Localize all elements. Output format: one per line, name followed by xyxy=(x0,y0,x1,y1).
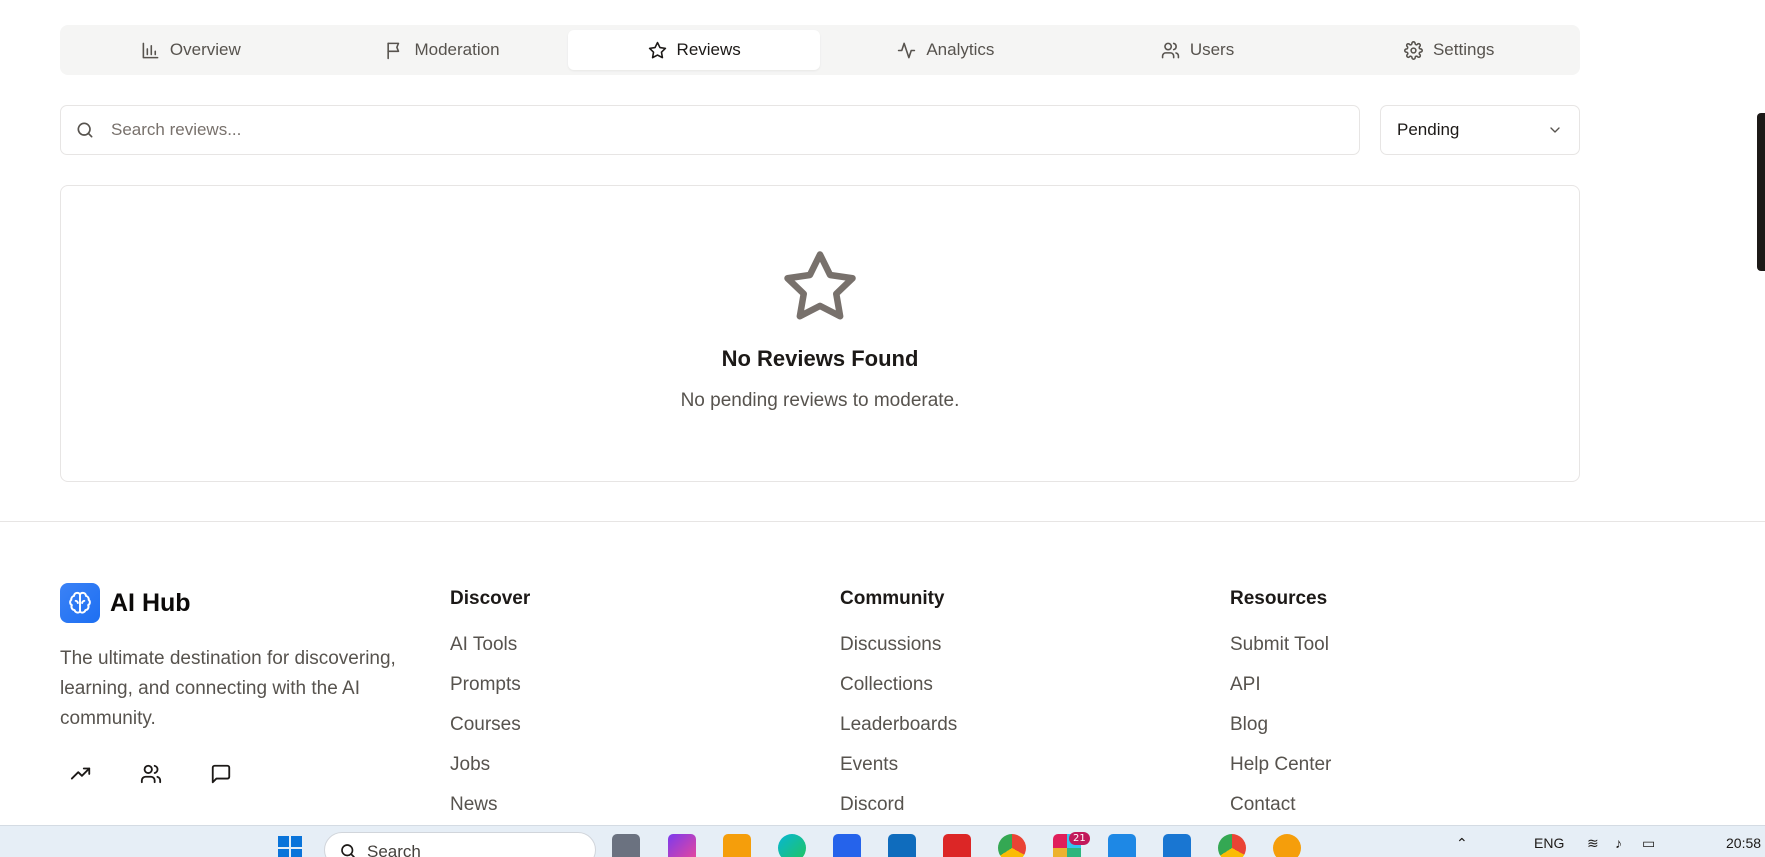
admin-tabs: Overview Moderation Reviews Analytics Us… xyxy=(60,25,1580,75)
footer-link[interactable]: Help Center xyxy=(1230,754,1331,794)
tab-settings[interactable]: Settings xyxy=(1323,30,1575,70)
chevron-up-icon[interactable]: ⌃ xyxy=(1456,835,1468,852)
search-icon xyxy=(77,122,93,138)
taskbar: Search 21 ⌃ ENG ≋ ♪ ▭ 20:58 xyxy=(0,825,1765,857)
brand-name: AI Hub xyxy=(110,588,191,617)
tab-label: Analytics xyxy=(926,40,995,59)
edge-icon[interactable] xyxy=(778,834,806,857)
windows-start-icon[interactable] xyxy=(276,834,304,857)
footer-tagline: The ultimate destination for discovering… xyxy=(60,648,396,729)
tab-analytics[interactable]: Analytics xyxy=(820,30,1072,70)
tab-label: Reviews xyxy=(676,40,741,59)
footer-link[interactable]: Submit Tool xyxy=(1230,634,1331,674)
copilot-icon[interactable] xyxy=(668,834,696,857)
store-icon[interactable] xyxy=(833,834,861,857)
volume-icon[interactable]: ♪ xyxy=(1615,835,1622,851)
tab-label: Overview xyxy=(169,40,241,59)
footer-link[interactable]: News xyxy=(450,794,530,825)
footer-column-discover: Discover AI Tools Prompts Courses Jobs N… xyxy=(450,588,530,825)
footer-column-community: Community Discussions Collections Leader… xyxy=(840,588,957,825)
brain-icon xyxy=(60,583,100,623)
language-indicator[interactable]: ENG xyxy=(1534,835,1564,851)
empty-state-title: No Reviews Found xyxy=(721,346,919,371)
outlook-icon[interactable] xyxy=(888,834,916,857)
footer-column-title: Resources xyxy=(1230,588,1328,609)
search-input[interactable] xyxy=(111,106,1359,154)
slack-icon[interactable]: 21 xyxy=(1053,832,1090,857)
footer-brand[interactable]: AI Hub xyxy=(60,583,191,623)
reviews-empty-state: No Reviews Found No pending reviews to m… xyxy=(60,185,1580,482)
footer-link[interactable]: Blog xyxy=(1230,714,1331,754)
tab-label: Settings xyxy=(1432,40,1495,59)
footer-divider xyxy=(0,521,1765,522)
notepad-icon[interactable] xyxy=(1108,834,1136,857)
task-view-icon[interactable] xyxy=(612,834,640,857)
flag-icon xyxy=(387,42,400,59)
empty-state-message: No pending reviews to moderate. xyxy=(680,390,960,411)
footer-column-title: Discover xyxy=(450,588,531,609)
notification-badge: 21 xyxy=(1069,832,1090,845)
footer-link[interactable]: Collections xyxy=(840,674,957,714)
footer-column-resources: Resources Submit Tool API Blog Help Cent… xyxy=(1230,588,1331,825)
gear-icon xyxy=(1404,40,1423,60)
footer-link[interactable]: Contact xyxy=(1230,794,1331,825)
chrome-icon[interactable] xyxy=(998,834,1026,857)
vscode-icon[interactable] xyxy=(1163,834,1191,857)
side-panel-handle[interactable] xyxy=(1757,113,1765,271)
tab-label: Users xyxy=(1189,40,1235,59)
users-icon[interactable] xyxy=(140,763,162,785)
activity-icon xyxy=(898,42,916,58)
footer-link[interactable]: Events xyxy=(840,754,957,794)
chevron-down-icon xyxy=(1550,127,1560,133)
trending-up-icon[interactable] xyxy=(70,763,92,785)
battery-icon[interactable]: ▭ xyxy=(1642,835,1655,852)
footer-link[interactable]: AI Tools xyxy=(450,634,530,674)
footer-link[interactable]: Leaderboards xyxy=(840,714,957,754)
page: Overview Moderation Reviews Analytics Us… xyxy=(0,0,1765,825)
wps-icon[interactable] xyxy=(943,834,971,857)
clock[interactable]: 20:58 xyxy=(1726,835,1761,851)
star-icon xyxy=(648,41,666,58)
search-icon xyxy=(341,844,355,857)
footer-link[interactable]: Jobs xyxy=(450,754,530,794)
footer-column-title: Community xyxy=(840,588,945,609)
tab-moderation[interactable]: Moderation xyxy=(317,30,569,70)
message-icon[interactable] xyxy=(210,763,232,785)
users-icon xyxy=(1161,42,1180,58)
taskbar-search[interactable]: Search xyxy=(324,832,596,857)
status-filter-value: Pending xyxy=(1397,120,1460,139)
file-explorer-icon[interactable] xyxy=(723,834,751,857)
taskbar-search-label: Search xyxy=(367,842,421,857)
social-links xyxy=(70,763,232,785)
footer-link[interactable]: Discussions xyxy=(840,634,957,674)
chrome-profile-icon[interactable] xyxy=(1218,834,1246,857)
tab-label: Moderation xyxy=(414,40,500,59)
wifi-icon[interactable]: ≋ xyxy=(1587,835,1599,852)
bar-chart-icon xyxy=(142,42,159,58)
footer-link[interactable]: Courses xyxy=(450,714,530,754)
star-outline-icon xyxy=(784,251,856,320)
footer-link[interactable]: API xyxy=(1230,674,1331,714)
tab-reviews[interactable]: Reviews xyxy=(568,30,821,70)
footer-link[interactable]: Prompts xyxy=(450,674,530,714)
search-box xyxy=(60,105,1360,155)
status-filter-select[interactable]: Pending xyxy=(1380,105,1580,155)
app-icon[interactable] xyxy=(1273,834,1301,857)
tab-overview[interactable]: Overview xyxy=(65,30,317,70)
footer-link[interactable]: Discord xyxy=(840,794,957,825)
tab-users[interactable]: Users xyxy=(1072,30,1324,70)
